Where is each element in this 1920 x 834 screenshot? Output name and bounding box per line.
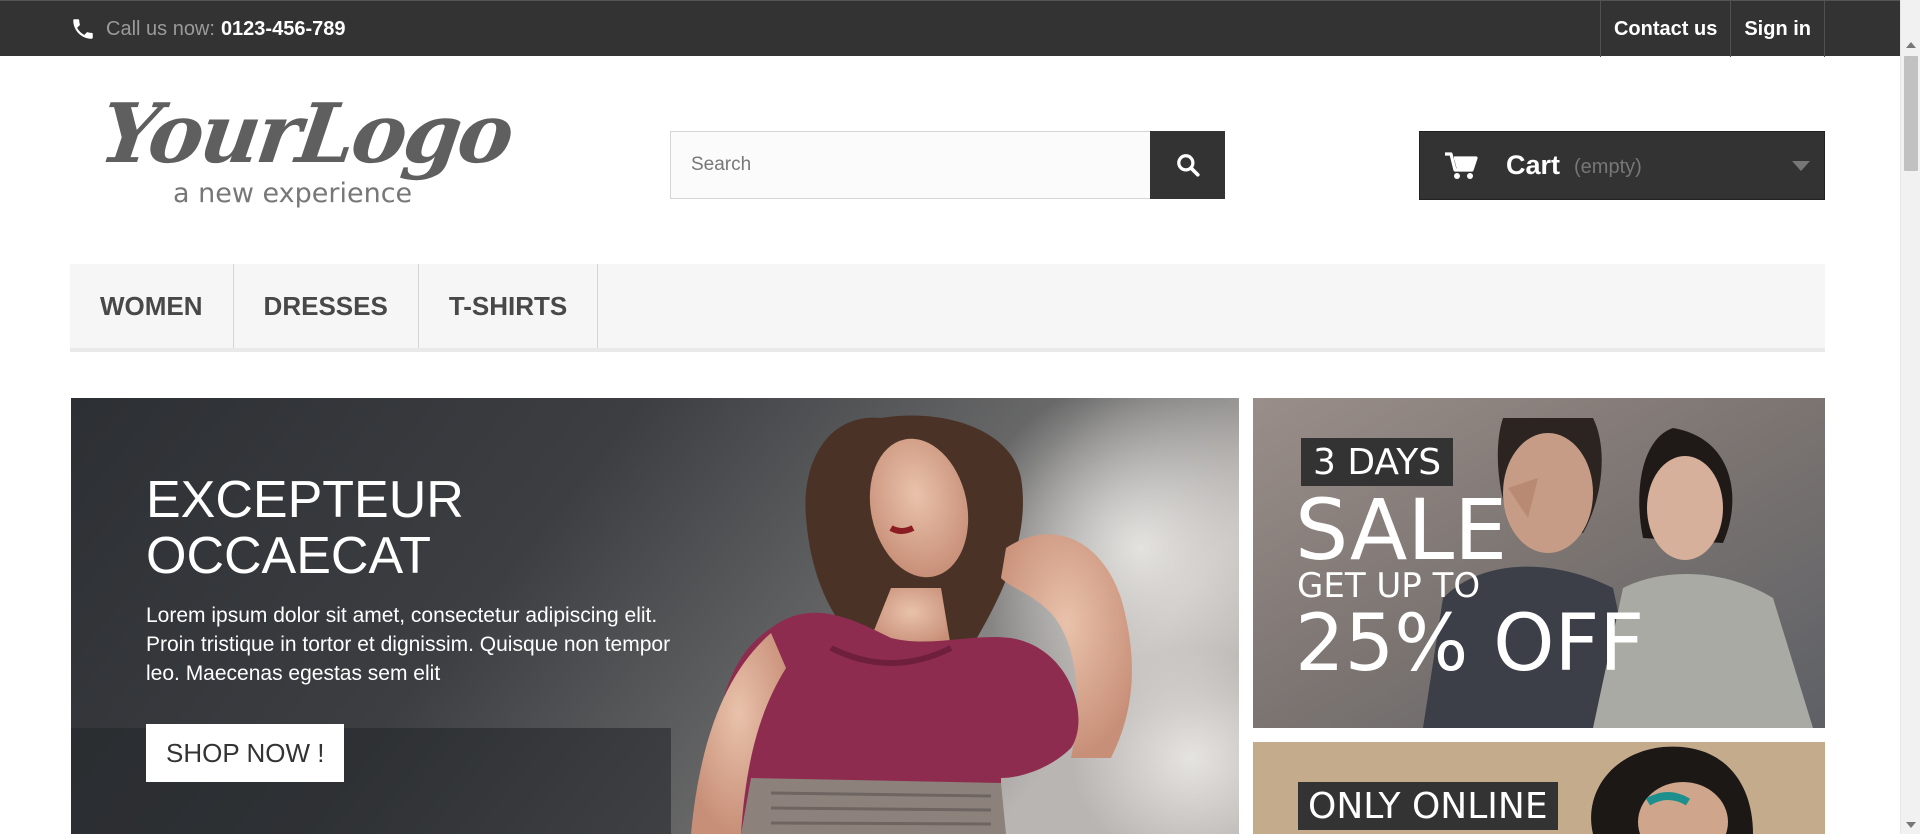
shop-now-button[interactable]: SHOP NOW ! (146, 724, 345, 782)
store-logo[interactable]: YourLogo a new experience (105, 92, 535, 217)
search-button[interactable] (1150, 131, 1225, 199)
logo-tagline: a new experience (173, 178, 412, 209)
search-icon (1176, 154, 1200, 177)
menu-item-tshirts[interactable]: T-SHIRTS (419, 264, 599, 348)
promo-tag-only-online: ONLY ONLINE (1298, 782, 1558, 830)
scroll-up-icon[interactable] (1906, 42, 1916, 48)
promo-banner-sale[interactable]: 3 DAYS SALE GET UP TO 25% OFF (1253, 398, 1825, 728)
slider-description: Lorem ipsum dolor sit amet, consectetur … (146, 604, 671, 685)
call-label: Call us now: (106, 17, 215, 40)
contact-us-link[interactable]: Contact us (1599, 1, 1730, 57)
promo-sale-offer: 25% OFF (1295, 599, 1645, 689)
cart-label: Cart (1506, 150, 1561, 180)
phone-icon (73, 19, 93, 39)
cart-button[interactable]: Cart (empty) (1419, 131, 1825, 200)
promo-tag-3days: 3 DAYS (1301, 438, 1454, 486)
phone-number: 0123-456-789 (220, 17, 346, 40)
header-links: Contact us Sign in (1599, 1, 1825, 57)
chevron-down-icon (1792, 161, 1810, 171)
slider-title-line-2: OCCAECAT (146, 527, 432, 585)
scroll-down-icon[interactable] (1906, 822, 1916, 828)
search-input[interactable] (670, 131, 1150, 199)
cart-state: (empty) (1574, 156, 1642, 178)
page-scrollbar[interactable] (1900, 0, 1920, 834)
slider-title-line-1: EXCEPTEUR (146, 471, 464, 529)
sign-in-link[interactable]: Sign in (1730, 1, 1825, 57)
top-bar: Call us now: 0123-456-789 Contact us Sig… (0, 0, 1900, 57)
cart-icon (1445, 151, 1478, 179)
slider-title: EXCEPTEUR OCCAECAT (146, 472, 706, 584)
home-slider[interactable]: EXCEPTEUR OCCAECAT Lorem ipsum dolor sit… (71, 398, 1239, 834)
search-bar (670, 131, 1225, 199)
promo-sale-headline: SALE (1295, 481, 1508, 579)
promo-banner-online[interactable]: ONLY ONLINE (1253, 742, 1825, 834)
main-menu: WOMEN DRESSES T-SHIRTS (70, 264, 1825, 352)
call-us: Call us now: 0123-456-789 (70, 11, 346, 47)
menu-item-dresses[interactable]: DRESSES (234, 264, 419, 348)
menu-item-women[interactable]: WOMEN (70, 264, 234, 348)
logo-wordmark: YourLogo (105, 92, 518, 182)
scrollbar-thumb[interactable] (1904, 56, 1918, 171)
